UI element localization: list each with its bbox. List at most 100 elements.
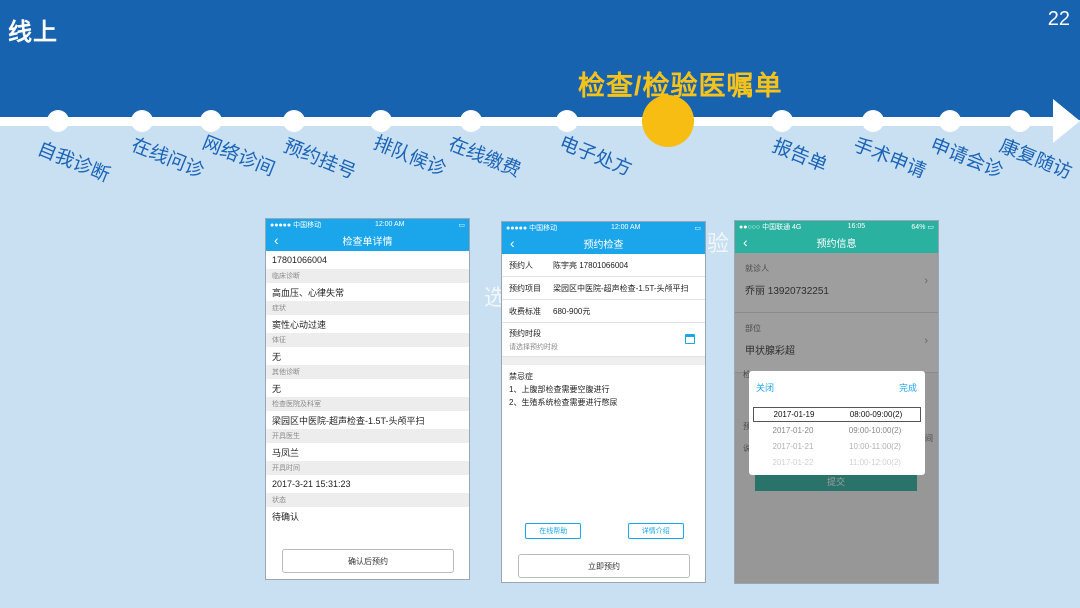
timeline-step: 手术申请 xyxy=(850,134,929,183)
timeline-arrowhead xyxy=(1053,99,1080,143)
clock: 16:05 xyxy=(847,223,866,230)
picker-time: 10:00-11:00(2) xyxy=(849,442,901,451)
timeline-step: 预约挂号 xyxy=(280,135,359,184)
picker-option[interactable]: 2017-01-22 11:00-12:00(2) xyxy=(753,455,921,470)
picker-option-selected[interactable]: 2017-01-19 08:00-09:00(2) xyxy=(753,407,921,422)
detail-label: 检查医院及科室 xyxy=(266,397,469,411)
form-row-fee: 收费标准 680-900元 xyxy=(502,300,705,323)
status-bar: ●●●●● 中国移动 12:00 AM ▭ xyxy=(266,219,469,230)
detail-value: 无 xyxy=(266,379,469,397)
detail-value: 窦性心动过速 xyxy=(266,315,469,333)
contra-title: 禁忌症 xyxy=(509,372,533,381)
timeline-step: 在线问诊 xyxy=(128,134,207,183)
timeline-dot-highlighted xyxy=(642,95,694,147)
timeline-dot xyxy=(771,110,793,132)
online-help-button[interactable]: 在线帮助 xyxy=(525,523,582,539)
timeline-dot xyxy=(862,110,884,132)
field-value: 梁园区中医院-超声检查-1.5T-头颅平扫 xyxy=(553,283,689,293)
bottom-links: 在线帮助 详情介绍 xyxy=(502,521,705,541)
back-icon[interactable]: ‹ xyxy=(274,232,279,248)
page-number: 22 xyxy=(1047,8,1070,30)
carrier-label: ●●●●● 中国移动 xyxy=(506,224,558,232)
phone-number-value: 17801066004 xyxy=(266,251,469,269)
detail-label: 体征 xyxy=(266,333,469,347)
timeline-step: 排队候诊 xyxy=(370,132,449,181)
detail-label: 开具时间 xyxy=(266,461,469,475)
carrier-label: ●●○○○ 中国联通 4G xyxy=(739,223,802,231)
picker-date: 2017-01-21 xyxy=(772,442,814,451)
timeline-dot xyxy=(1009,110,1031,132)
detail-label: 状态 xyxy=(266,493,469,507)
timeline-dot xyxy=(283,110,305,132)
slot-placeholder: 请选择预约时段 xyxy=(509,344,558,351)
carrier-label: ●●●●● 中国移动 xyxy=(270,221,322,229)
contraindications: 禁忌症 1、上腹部检查需要空腹进行 2、生殖系统检查需要进行憋尿 xyxy=(502,365,705,414)
back-icon[interactable]: ‹ xyxy=(510,235,515,251)
confirm-then-book-button[interactable]: 确认后预约 xyxy=(282,549,454,573)
timeline-dot xyxy=(939,110,961,132)
phone-book-exam: ●●●●● 中国移动 12:00 AM ▭ ‹ 预约检查 预约人 陈宇亮 178… xyxy=(501,221,706,583)
back-icon[interactable]: ‹ xyxy=(743,234,748,250)
timeline-step: 报告单 xyxy=(769,135,830,177)
time-slot-selector[interactable]: 预约时段 请选择预约时段 xyxy=(502,323,705,357)
contra-item: 2、生殖系统检查需要进行憋尿 xyxy=(509,398,618,407)
detail-value: 马凤兰 xyxy=(266,443,469,461)
book-now-button[interactable]: 立即预约 xyxy=(518,554,690,578)
section-gap xyxy=(502,357,705,365)
phone-booking-info: ●●○○○ 中国联通 4G 16:05 64% ▭ ‹ 预约信息 就诊人 乔丽 … xyxy=(734,220,939,584)
detail-label: 临床诊断 xyxy=(266,269,469,283)
timeline-step: 自我诊断 xyxy=(34,138,113,187)
picker-date: 2017-01-20 xyxy=(772,426,814,435)
battery-icon: ▭ xyxy=(694,224,701,232)
time-picker: 关闭 完成 2017-01-19 08:00-09:00(2) 2017-01-… xyxy=(749,371,925,475)
screen-title: 预约信息 xyxy=(816,239,857,250)
detail-label: 其他诊断 xyxy=(266,365,469,379)
detail-intro-button[interactable]: 详情介绍 xyxy=(627,523,684,539)
nav-bar: ‹ 检查单详情 xyxy=(266,230,469,251)
timeline-line xyxy=(0,117,1060,126)
form-row-patient: 预约人 陈宇亮 17801066004 xyxy=(502,254,705,277)
picker-option[interactable]: 2017-01-21 10:00-11:00(2) xyxy=(753,439,921,454)
picker-time: 09:00-10:00(2) xyxy=(848,426,902,435)
timeline-dot xyxy=(460,110,482,132)
picker-date: 2017-01-19 xyxy=(773,410,815,419)
picker-done-button[interactable]: 完成 xyxy=(899,381,917,394)
battery-icon: 64% ▭ xyxy=(911,223,934,231)
slide: 线上 22 检查/检验医嘱单 自我诊断 在线问诊 网络诊间 预约挂号 排队候诊 … xyxy=(0,0,1080,608)
calendar-icon[interactable] xyxy=(685,334,695,344)
form-row-item: 预约项目 梁园区中医院-超声检查-1.5T-头颅平扫 xyxy=(502,277,705,300)
picker-time: 11:00-12:00(2) xyxy=(849,458,901,467)
nav-bar: ‹ 预约信息 xyxy=(735,232,938,253)
picker-option[interactable]: 2017-01-20 09:00-10:00(2) xyxy=(753,423,921,438)
slot-title: 预约时段 xyxy=(509,329,541,338)
timeline-step: 网络诊间 xyxy=(199,132,278,181)
screen-title: 检查单详情 xyxy=(342,237,393,248)
battery-icon: ▭ xyxy=(458,221,465,229)
timeline-dot xyxy=(47,110,69,132)
detail-value: 高血压、心律失常 xyxy=(266,283,469,301)
detail-label: 症状 xyxy=(266,301,469,315)
field-value: 680-900元 xyxy=(553,306,591,316)
timeline-step: 申请会诊 xyxy=(927,134,1006,183)
watermark-glyph: 验 xyxy=(707,231,730,256)
slide-title: 线上 xyxy=(8,19,58,46)
detail-value: 无 xyxy=(266,347,469,365)
phone-exam-detail: ●●●●● 中国移动 12:00 AM ▭ ‹ 检查单详情 1780106600… xyxy=(265,218,470,580)
picker-date: 2017-01-22 xyxy=(772,458,814,467)
detail-value: 梁园区中医院-超声检查-1.5T-头颅平扫 xyxy=(266,411,469,429)
timeline-step: 在线缴费 xyxy=(445,133,524,182)
status-value: 待确认 xyxy=(266,507,469,525)
picker-time: 08:00-09:00(2) xyxy=(849,410,903,419)
nav-bar: ‹ 预约检查 xyxy=(502,233,705,254)
detail-label: 开具医生 xyxy=(266,429,469,443)
field-key: 预约人 xyxy=(509,260,533,270)
timeline-step: 电子处方 xyxy=(556,132,635,181)
detail-value: 2017-3-21 15:31:23 xyxy=(266,475,469,493)
field-key: 预约项目 xyxy=(509,283,541,293)
clock: 12:00 AM xyxy=(610,224,641,231)
clock: 12:00 AM xyxy=(374,221,405,228)
status-bar: ●●●●● 中国移动 12:00 AM ▭ xyxy=(502,222,705,233)
title-banner xyxy=(0,0,1080,120)
picker-close-button[interactable]: 关闭 xyxy=(756,381,774,394)
field-value: 陈宇亮 17801066004 xyxy=(553,260,629,270)
